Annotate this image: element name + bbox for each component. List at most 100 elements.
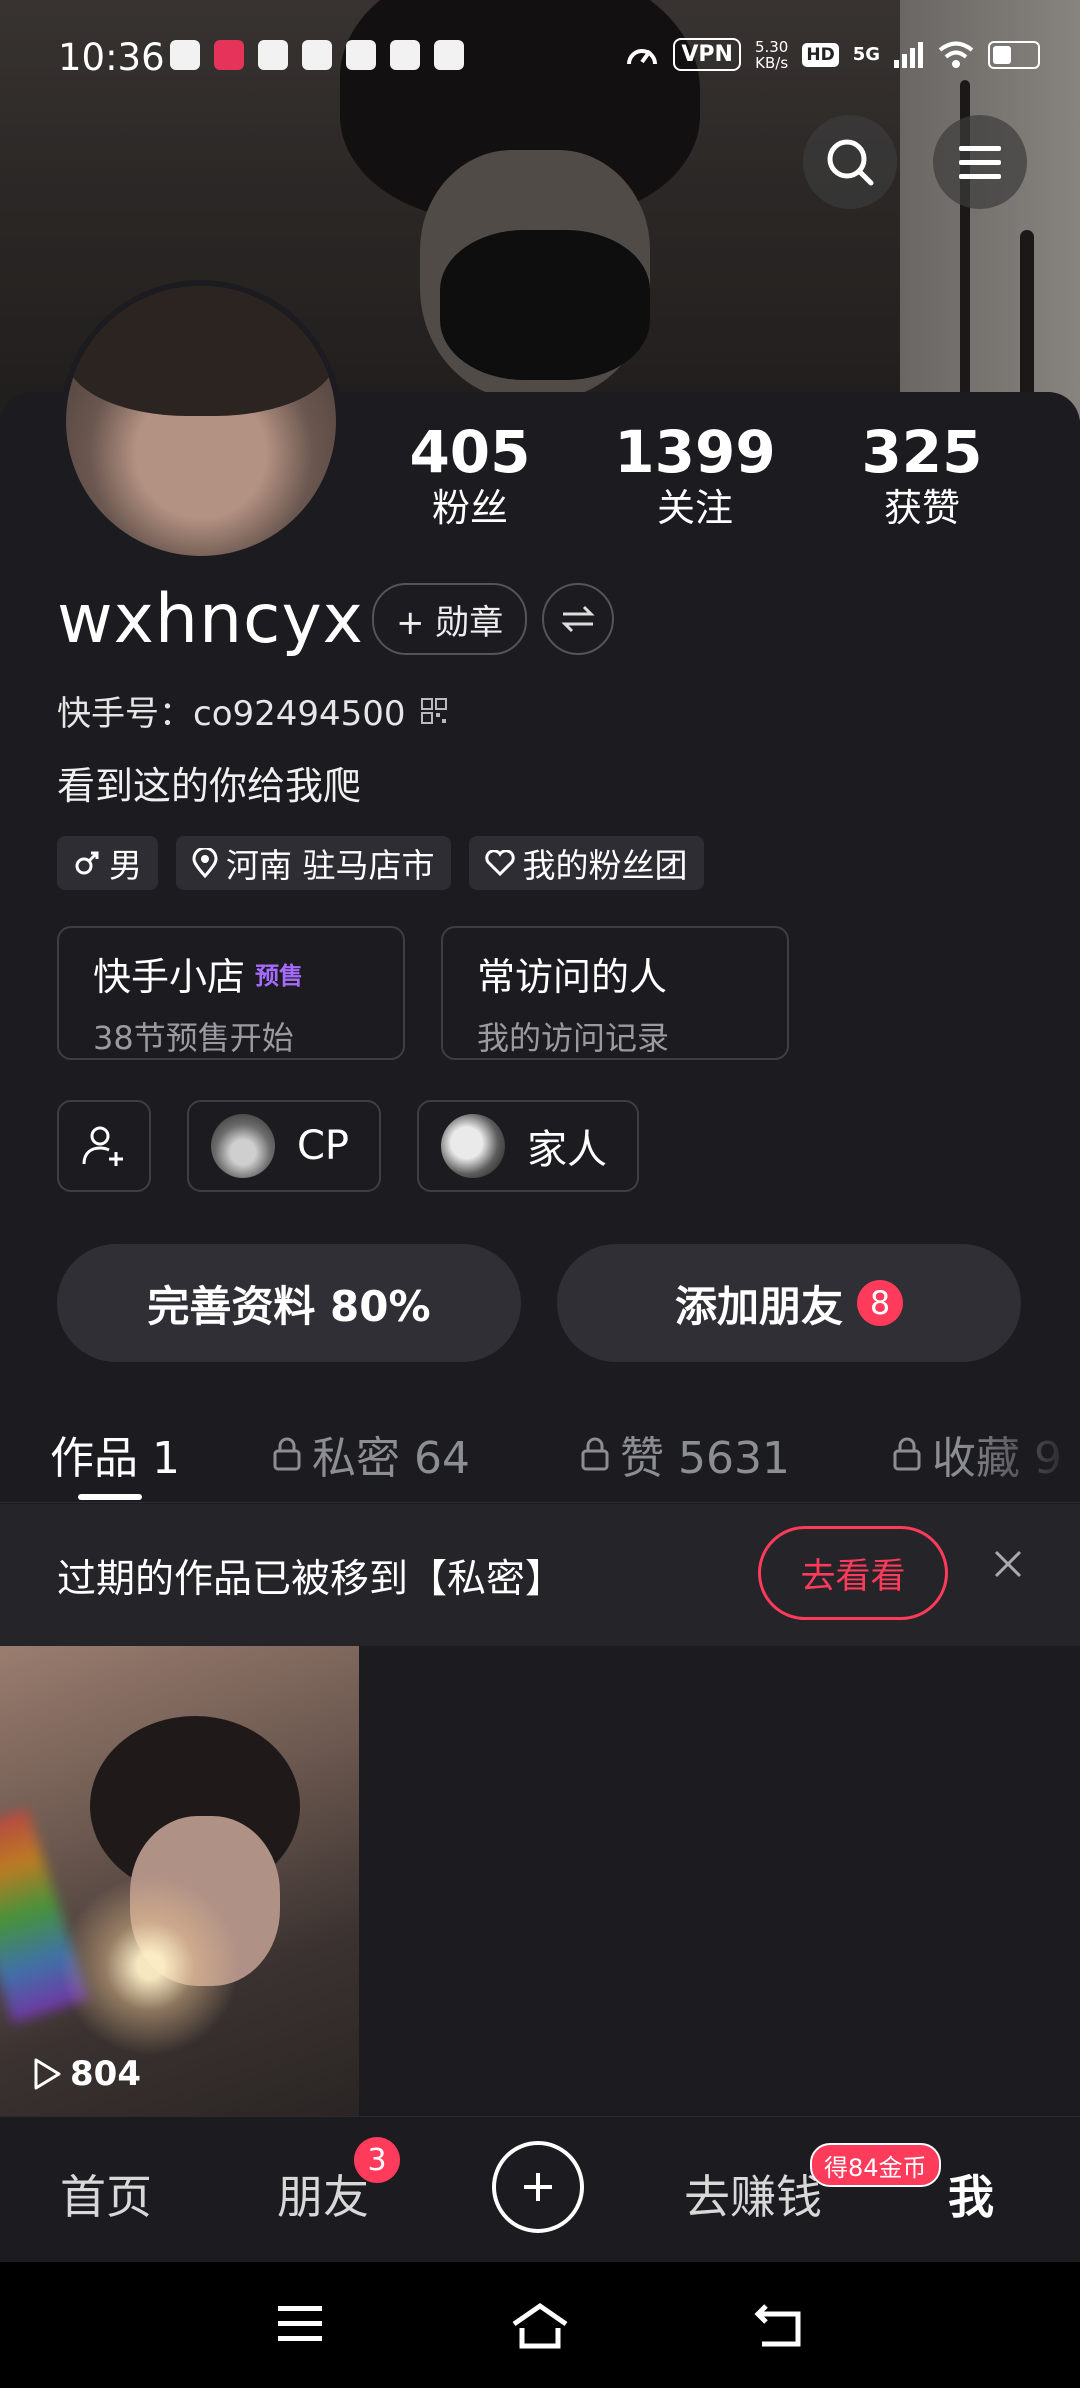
nav-friends[interactable]: 朋友 xyxy=(277,2161,369,2227)
switch-account-button[interactable] xyxy=(542,583,614,655)
play-icon xyxy=(34,2058,61,2090)
create-button[interactable] xyxy=(492,2141,584,2233)
stat-likes[interactable]: 325 获赞 xyxy=(822,420,1022,532)
calendar-icon xyxy=(346,40,376,70)
visitors-card[interactable]: 常访问的人 我的访问记录 xyxy=(441,926,789,1060)
add-friend-button[interactable]: 添加朋友 8 xyxy=(557,1244,1021,1362)
visitors-card-subtitle: 我的访问记录 xyxy=(477,1019,670,1057)
close-icon[interactable] xyxy=(988,1544,1028,1584)
add-friend-badge: 8 xyxy=(857,1280,903,1326)
play-count-value: 804 xyxy=(70,2054,141,2094)
profile-actions: 完善资料 80% 添加朋友 8 xyxy=(57,1244,1021,1362)
menu-button[interactable] xyxy=(933,115,1027,209)
shop-card[interactable]: 快手小店 预售 38节预售开始 xyxy=(57,926,405,1060)
bottom-nav: 首页 朋友 3 去赚钱 得84金币 我 xyxy=(0,2116,1080,2263)
add-badge-button[interactable]: + 勋章 xyxy=(372,583,528,655)
username: wxhncyx xyxy=(57,580,364,659)
active-tab-indicator xyxy=(78,1494,142,1500)
system-status: VPN 5.30 KB/s HD 5G xyxy=(625,38,1040,71)
tag-fan-club[interactable]: 我的粉丝团 xyxy=(468,836,704,890)
tab-works[interactable]: 作品 1 xyxy=(50,1422,180,1486)
visitors-card-title: 常访问的人 xyxy=(477,955,668,999)
qq-icon xyxy=(434,40,464,70)
lock-icon xyxy=(581,1437,609,1471)
presale-tag: 预售 xyxy=(255,962,304,990)
tag-gender[interactable]: 男 xyxy=(57,836,158,890)
content-tabs: 作品 1 私密 64 赞 5631 收藏 9 xyxy=(0,1402,1080,1503)
tabs-fade xyxy=(960,1402,1080,1502)
message-icon xyxy=(170,40,200,70)
stat-following[interactable]: 1399 关注 xyxy=(595,420,795,532)
avatar[interactable] xyxy=(60,280,342,562)
qr-code-icon xyxy=(420,697,447,724)
stat-label: 获赞 xyxy=(883,486,960,530)
tab-private[interactable]: 私密 64 xyxy=(272,1422,470,1486)
speedometer-icon xyxy=(627,48,658,64)
kuaishou-id-text: 快手号：co92494500 xyxy=(57,694,406,734)
tag-label: 河南 驻马店市 xyxy=(226,846,435,885)
app-notification-icon xyxy=(214,40,244,70)
complete-profile-label: 完善资料 80% xyxy=(147,1281,431,1331)
tag-label: 男 xyxy=(109,846,142,885)
cp-avatar xyxy=(211,1114,275,1178)
stat-label: 粉丝 xyxy=(431,486,508,530)
phone-glow xyxy=(60,1876,240,2056)
feature-cards: 快手小店 预售 38节预售开始 常访问的人 我的访问记录 xyxy=(57,926,789,1060)
mail-icon xyxy=(258,40,288,70)
stat-value: 1399 xyxy=(614,418,776,486)
network-speed-unit: KB/s xyxy=(755,53,789,72)
home-icon[interactable] xyxy=(510,2302,570,2350)
plus-icon xyxy=(524,2173,552,2201)
relation-family[interactable]: 家人 xyxy=(417,1100,640,1192)
system-nav-bar xyxy=(0,2262,1080,2388)
avatar-hair xyxy=(66,286,336,416)
view-private-button[interactable]: 去看看 xyxy=(758,1526,948,1620)
play-count: 804 xyxy=(32,2054,141,2094)
friends-badge: 3 xyxy=(354,2137,400,2183)
relation-label: 家人 xyxy=(527,1127,608,1173)
coin-reward-badge: 得84金币 xyxy=(810,2143,941,2187)
add-relation-button[interactable] xyxy=(57,1100,151,1192)
lock-icon xyxy=(273,1437,301,1471)
nav-home[interactable]: 首页 xyxy=(60,2161,152,2227)
complete-profile-button[interactable]: 完善资料 80% xyxy=(57,1244,521,1362)
tag-label: 我的粉丝团 xyxy=(522,846,688,885)
add-person-icon xyxy=(82,1126,123,1166)
tag-location[interactable]: 河南 驻马店市 xyxy=(176,836,451,890)
vpn-indicator: VPN xyxy=(673,38,741,71)
tab-liked[interactable]: 赞 5631 xyxy=(580,1422,790,1486)
nav-me[interactable]: 我 xyxy=(948,2161,994,2227)
notification-icons xyxy=(170,40,464,70)
hd-indicator: HD xyxy=(802,42,839,67)
menu-icon xyxy=(959,146,1001,179)
tab-label: 作品 1 xyxy=(50,1433,180,1484)
search-button[interactable] xyxy=(803,115,897,209)
notice-message: 过期的作品已被移到【私密】 xyxy=(57,1557,565,1602)
relations-row: CP 家人 xyxy=(57,1100,640,1192)
lock-icon xyxy=(893,1437,921,1471)
heart-icon xyxy=(484,850,515,876)
tab-label: 赞 5631 xyxy=(620,1433,790,1484)
stat-value: 405 xyxy=(409,418,531,486)
signal-bars-icon xyxy=(894,41,923,68)
relation-cp[interactable]: CP xyxy=(187,1100,382,1192)
work-thumbnail[interactable]: 804 xyxy=(0,1646,359,2116)
stat-followers[interactable]: 405 粉丝 xyxy=(370,420,570,532)
status-time: 10:36 xyxy=(58,36,165,79)
signal-5g: 5G xyxy=(852,44,880,65)
battery-icon xyxy=(988,40,1040,69)
shop-card-subtitle: 38节预售开始 xyxy=(93,1019,294,1057)
stat-value: 325 xyxy=(861,418,983,486)
status-bar: 10:36 VPN 5.30 KB/s HD 5G xyxy=(0,0,1080,120)
back-icon[interactable] xyxy=(754,2302,804,2348)
network-speed: 5.30 KB/s xyxy=(755,39,788,71)
location-icon xyxy=(192,848,218,878)
kuaishou-id[interactable]: 快手号：co92494500 xyxy=(57,686,448,735)
recents-icon[interactable] xyxy=(276,2302,324,2346)
link-icon xyxy=(302,40,332,70)
tab-label: 私密 64 xyxy=(312,1433,470,1484)
relation-label: CP xyxy=(297,1123,350,1169)
profile-tags: 男 河南 驻马店市 我的粉丝团 xyxy=(57,836,704,890)
nav-earn[interactable]: 去赚钱 xyxy=(684,2161,822,2227)
profile-bio: 看到这的你给我爬 xyxy=(57,764,362,808)
